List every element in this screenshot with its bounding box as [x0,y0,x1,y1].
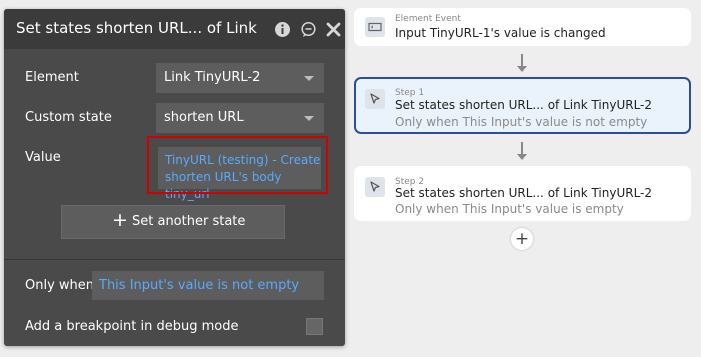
cursor-icon [365,89,385,109]
step-2-title: Set states shorten URL... of Link TinyUR… [395,186,653,200]
plus-icon: + [112,209,128,231]
red-highlight-box [147,136,328,194]
action-property-panel: Set states shorten URL... of Link Elemen… [4,9,345,346]
step-1-condition: Only when This Input's value is not empt… [395,115,648,129]
element-value: Link TinyURL-2 [164,70,261,85]
chevron-down-icon [304,76,314,81]
event-card[interactable]: Element Event Input TinyURL-1's value is… [354,8,691,46]
breakpoint-label: Add a breakpoint in debug mode [25,319,239,334]
step-1-kicker: Step 1 [395,88,425,98]
comment-icon[interactable] [300,21,317,38]
plus-icon: + [514,229,530,249]
event-kicker: Element Event [395,14,461,24]
step-2-condition: Only when This Input's value is empty [395,202,624,216]
custom-state-label: Custom state [25,110,112,125]
element-dropdown[interactable]: Link TinyURL-2 [156,63,324,93]
cursor-icon [365,177,385,197]
arrow-down-icon [517,66,527,72]
info-icon[interactable] [274,21,291,38]
arrow-down-icon [517,154,527,160]
panel-header: Set states shorten URL... of Link [4,9,345,49]
close-icon[interactable] [325,21,342,38]
only-when-condition-text: This Input's value is not empty [99,278,300,293]
value-label: Value [25,150,61,165]
custom-state-value: shorten URL [164,110,244,125]
custom-state-dropdown[interactable]: shorten URL [156,103,324,133]
divider [4,259,345,260]
set-another-state-button[interactable]: + Set another state [61,205,285,239]
step-2-card[interactable]: Step 2 Set states shorten URL... of Link… [354,166,691,221]
step-1-card[interactable]: Step 1 Set states shorten URL... of Link… [354,77,691,134]
element-label: Element [25,70,79,85]
input-event-icon [365,17,385,37]
breakpoint-checkbox[interactable] [306,318,323,335]
only-when-label: Only when [25,278,95,293]
add-step-button[interactable]: + [511,228,533,250]
chevron-down-icon [304,116,314,121]
panel-title: Set states shorten URL... of Link [16,19,257,37]
set-another-state-label: Set another state [132,214,246,229]
step-1-title: Set states shorten URL... of Link TinyUR… [395,98,653,112]
only-when-condition-field[interactable]: This Input's value is not empty [92,271,324,300]
flow-arrow [521,54,523,66]
event-title: Input TinyURL-1's value is changed [395,26,606,40]
flow-arrow [521,142,523,154]
